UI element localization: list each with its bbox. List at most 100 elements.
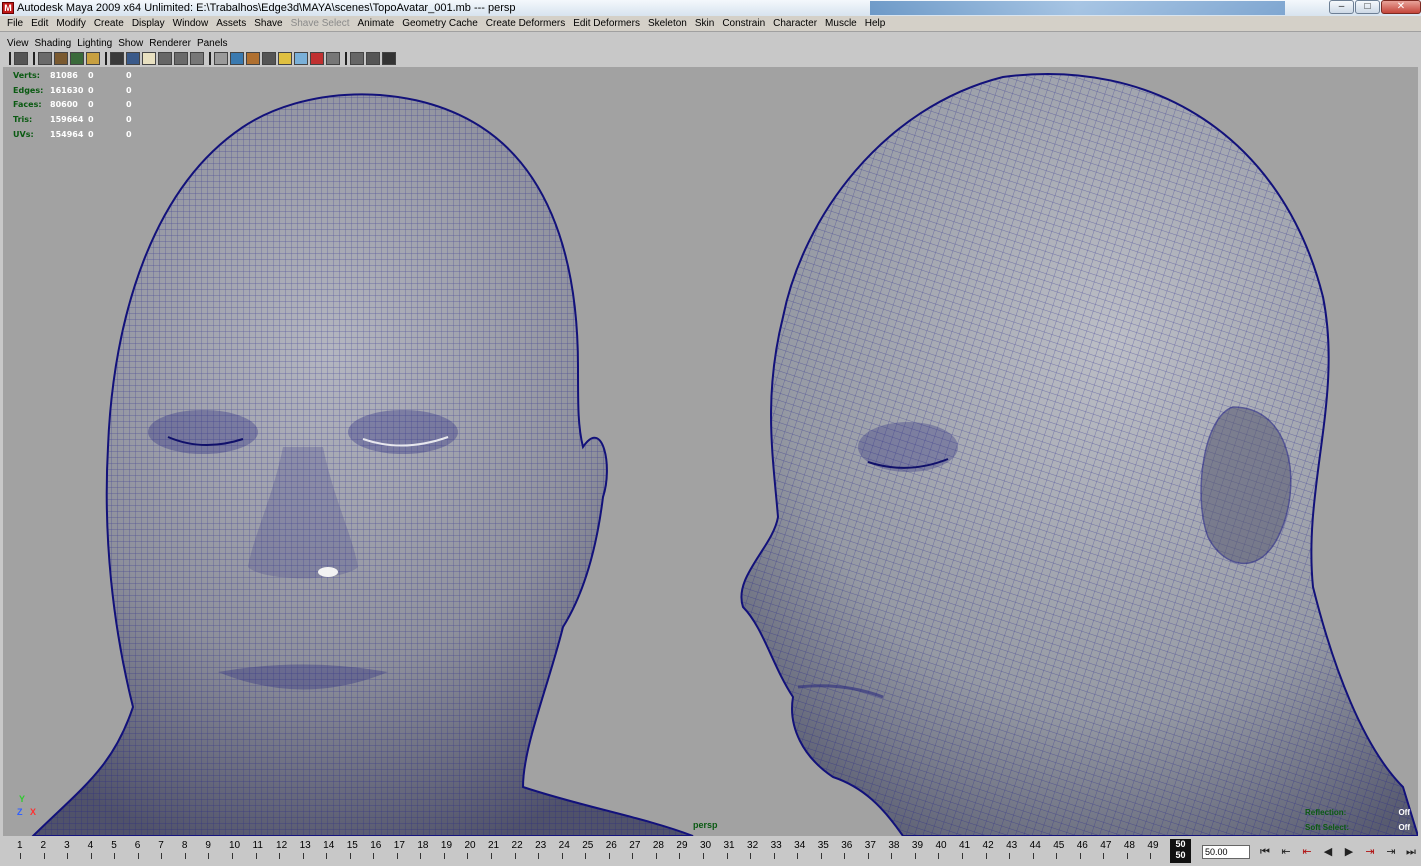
hud-value: 159664 [50,115,84,125]
frame-tick-label: 31 [723,840,735,851]
gate-mask-icon[interactable] [158,51,172,65]
play-backwards-icon[interactable]: ◀ [1319,844,1337,860]
resolution-gate-icon[interactable] [142,51,156,65]
menu-help[interactable]: Help [861,18,890,29]
play-forwards-icon[interactable]: ▶ [1340,844,1358,860]
menu-modify[interactable]: Modify [52,18,89,29]
menu-create-deformers[interactable]: Create Deformers [482,18,569,29]
current-frame-marker[interactable]: 50 50 [1170,839,1191,863]
frame-tick [326,853,328,859]
menu-display[interactable]: Display [128,18,169,29]
select-camera-icon[interactable] [14,51,28,65]
maya-icon[interactable]: M [2,2,14,14]
image-plane-icon[interactable] [86,51,100,65]
option-row: Soft Select: Off [1305,820,1410,835]
hud-row: Tris: 159664 0 0 [13,112,146,127]
textured-icon[interactable] [262,51,276,65]
frame-tick-label: 37 [864,840,876,851]
menu-edit-deformers[interactable]: Edit Deformers [569,18,644,29]
field-chart-icon[interactable] [174,51,188,65]
maximize-button[interactable]: □ [1355,0,1380,14]
frame-tick [1009,853,1011,859]
menu-edit[interactable]: Edit [27,18,52,29]
panel-menu-renderer[interactable]: Renderer [146,38,194,49]
xray-joints-icon[interactable] [366,51,380,65]
menu-constrain[interactable]: Constrain [718,18,769,29]
close-button[interactable]: ✕ [1381,0,1421,14]
shadows-icon[interactable] [294,51,308,65]
use-lights-icon[interactable] [278,51,292,65]
axis-y-label: Y [19,794,26,804]
frame-tick-label: 11 [252,840,263,851]
high-quality-icon[interactable] [310,51,324,65]
menu-animate[interactable]: Animate [354,18,399,29]
frame-all-icon[interactable] [382,51,396,65]
hud-value: 161630 [50,85,84,95]
hud-label: Edges: [13,85,44,95]
perspective-viewport[interactable]: Verts: 81086 0 0 Edges: 161630 0 0 Faces: 80600 0 0… [3,67,1418,836]
frame-tick [43,853,45,859]
menu-muscle[interactable]: Muscle [821,18,861,29]
menu-create[interactable]: Create [90,18,128,29]
film-gate-icon[interactable] [126,51,140,65]
frame-tick [962,853,963,859]
xray-icon[interactable] [350,51,364,65]
panel-menu-lighting[interactable]: Lighting [74,38,115,49]
frame-tick-label: 10 [228,840,241,851]
go-to-start-icon[interactable]: ⏮ [1256,844,1274,860]
wireframe-on-shaded-icon[interactable] [246,51,260,65]
menu-geometry-cache[interactable]: Geometry Cache [398,18,482,29]
minimize-button[interactable]: – [1329,0,1354,14]
step-forward-key-icon[interactable]: ⇥ [1361,844,1379,860]
frame-tick-label: 8 [181,840,188,851]
step-back-frame-icon[interactable]: ⇤ [1277,844,1295,860]
frame-tick [137,853,139,859]
title-bar: M Autodesk Maya 2009 x64 Unlimited: E:\T… [0,0,1421,16]
safe-action-icon[interactable] [190,51,204,65]
frame-tick [349,853,351,859]
lock-camera-icon[interactable] [38,51,52,65]
frame-tick [1056,853,1058,859]
time-slider[interactable]: 1 2 3 4 5 6 7 8 9 10 11 12 13 14 15 16 17 18 19 20 21 22 23 24 2… [0,838,1200,866]
menu-assets[interactable]: Assets [212,18,250,29]
panel-menu-panels[interactable]: Panels [194,38,231,49]
menu-file[interactable]: File [3,18,27,29]
step-forward-frame-icon[interactable]: ⇥ [1382,844,1400,860]
frame-tick-label: 18 [417,840,429,851]
menu-shave[interactable]: Shave [250,18,286,29]
frame-tick [514,853,516,859]
side-head-mesh[interactable] [740,73,1418,836]
axis-x-label: X [30,807,37,817]
frame-tick [844,853,846,859]
frame-tick-label: 25 [582,840,594,851]
isolate-select-icon[interactable] [326,51,340,65]
current-frame-field[interactable]: 50.00 [1202,845,1250,859]
menu-window[interactable]: Window [169,18,213,29]
frame-tick [208,853,210,859]
go-to-end-icon[interactable]: ⏭ [1402,844,1420,860]
menu-skin[interactable]: Skin [691,18,718,29]
front-head-mesh[interactable] [31,93,694,836]
wireframe-icon[interactable] [214,51,228,65]
frame-tick [914,853,916,859]
step-back-key-icon[interactable]: ⇤ [1298,844,1316,860]
frame-tick-label: 27 [629,840,641,851]
hud-sel: 0 [88,115,94,125]
menu-skeleton[interactable]: Skeleton [644,18,691,29]
frame-tick [820,853,822,859]
frame-tick [655,853,657,859]
camera-attributes-icon[interactable] [54,51,68,65]
menu-character[interactable]: Character [769,18,821,29]
frame-tick [90,853,92,859]
panel-menu-show[interactable]: Show [115,38,146,49]
frame-tick [702,853,704,859]
frame-tick [1079,853,1081,859]
panel-menu-view[interactable]: View [4,38,32,49]
grid-icon[interactable] [110,51,124,65]
bookmark-icon[interactable] [70,51,84,65]
panel-menu-shading[interactable]: Shading [32,38,75,49]
frame-tick [867,853,869,859]
hud-row: Verts: 81086 0 0 [13,68,146,83]
smooth-shade-icon[interactable] [230,51,244,65]
hud-label: Tris: [13,115,33,125]
